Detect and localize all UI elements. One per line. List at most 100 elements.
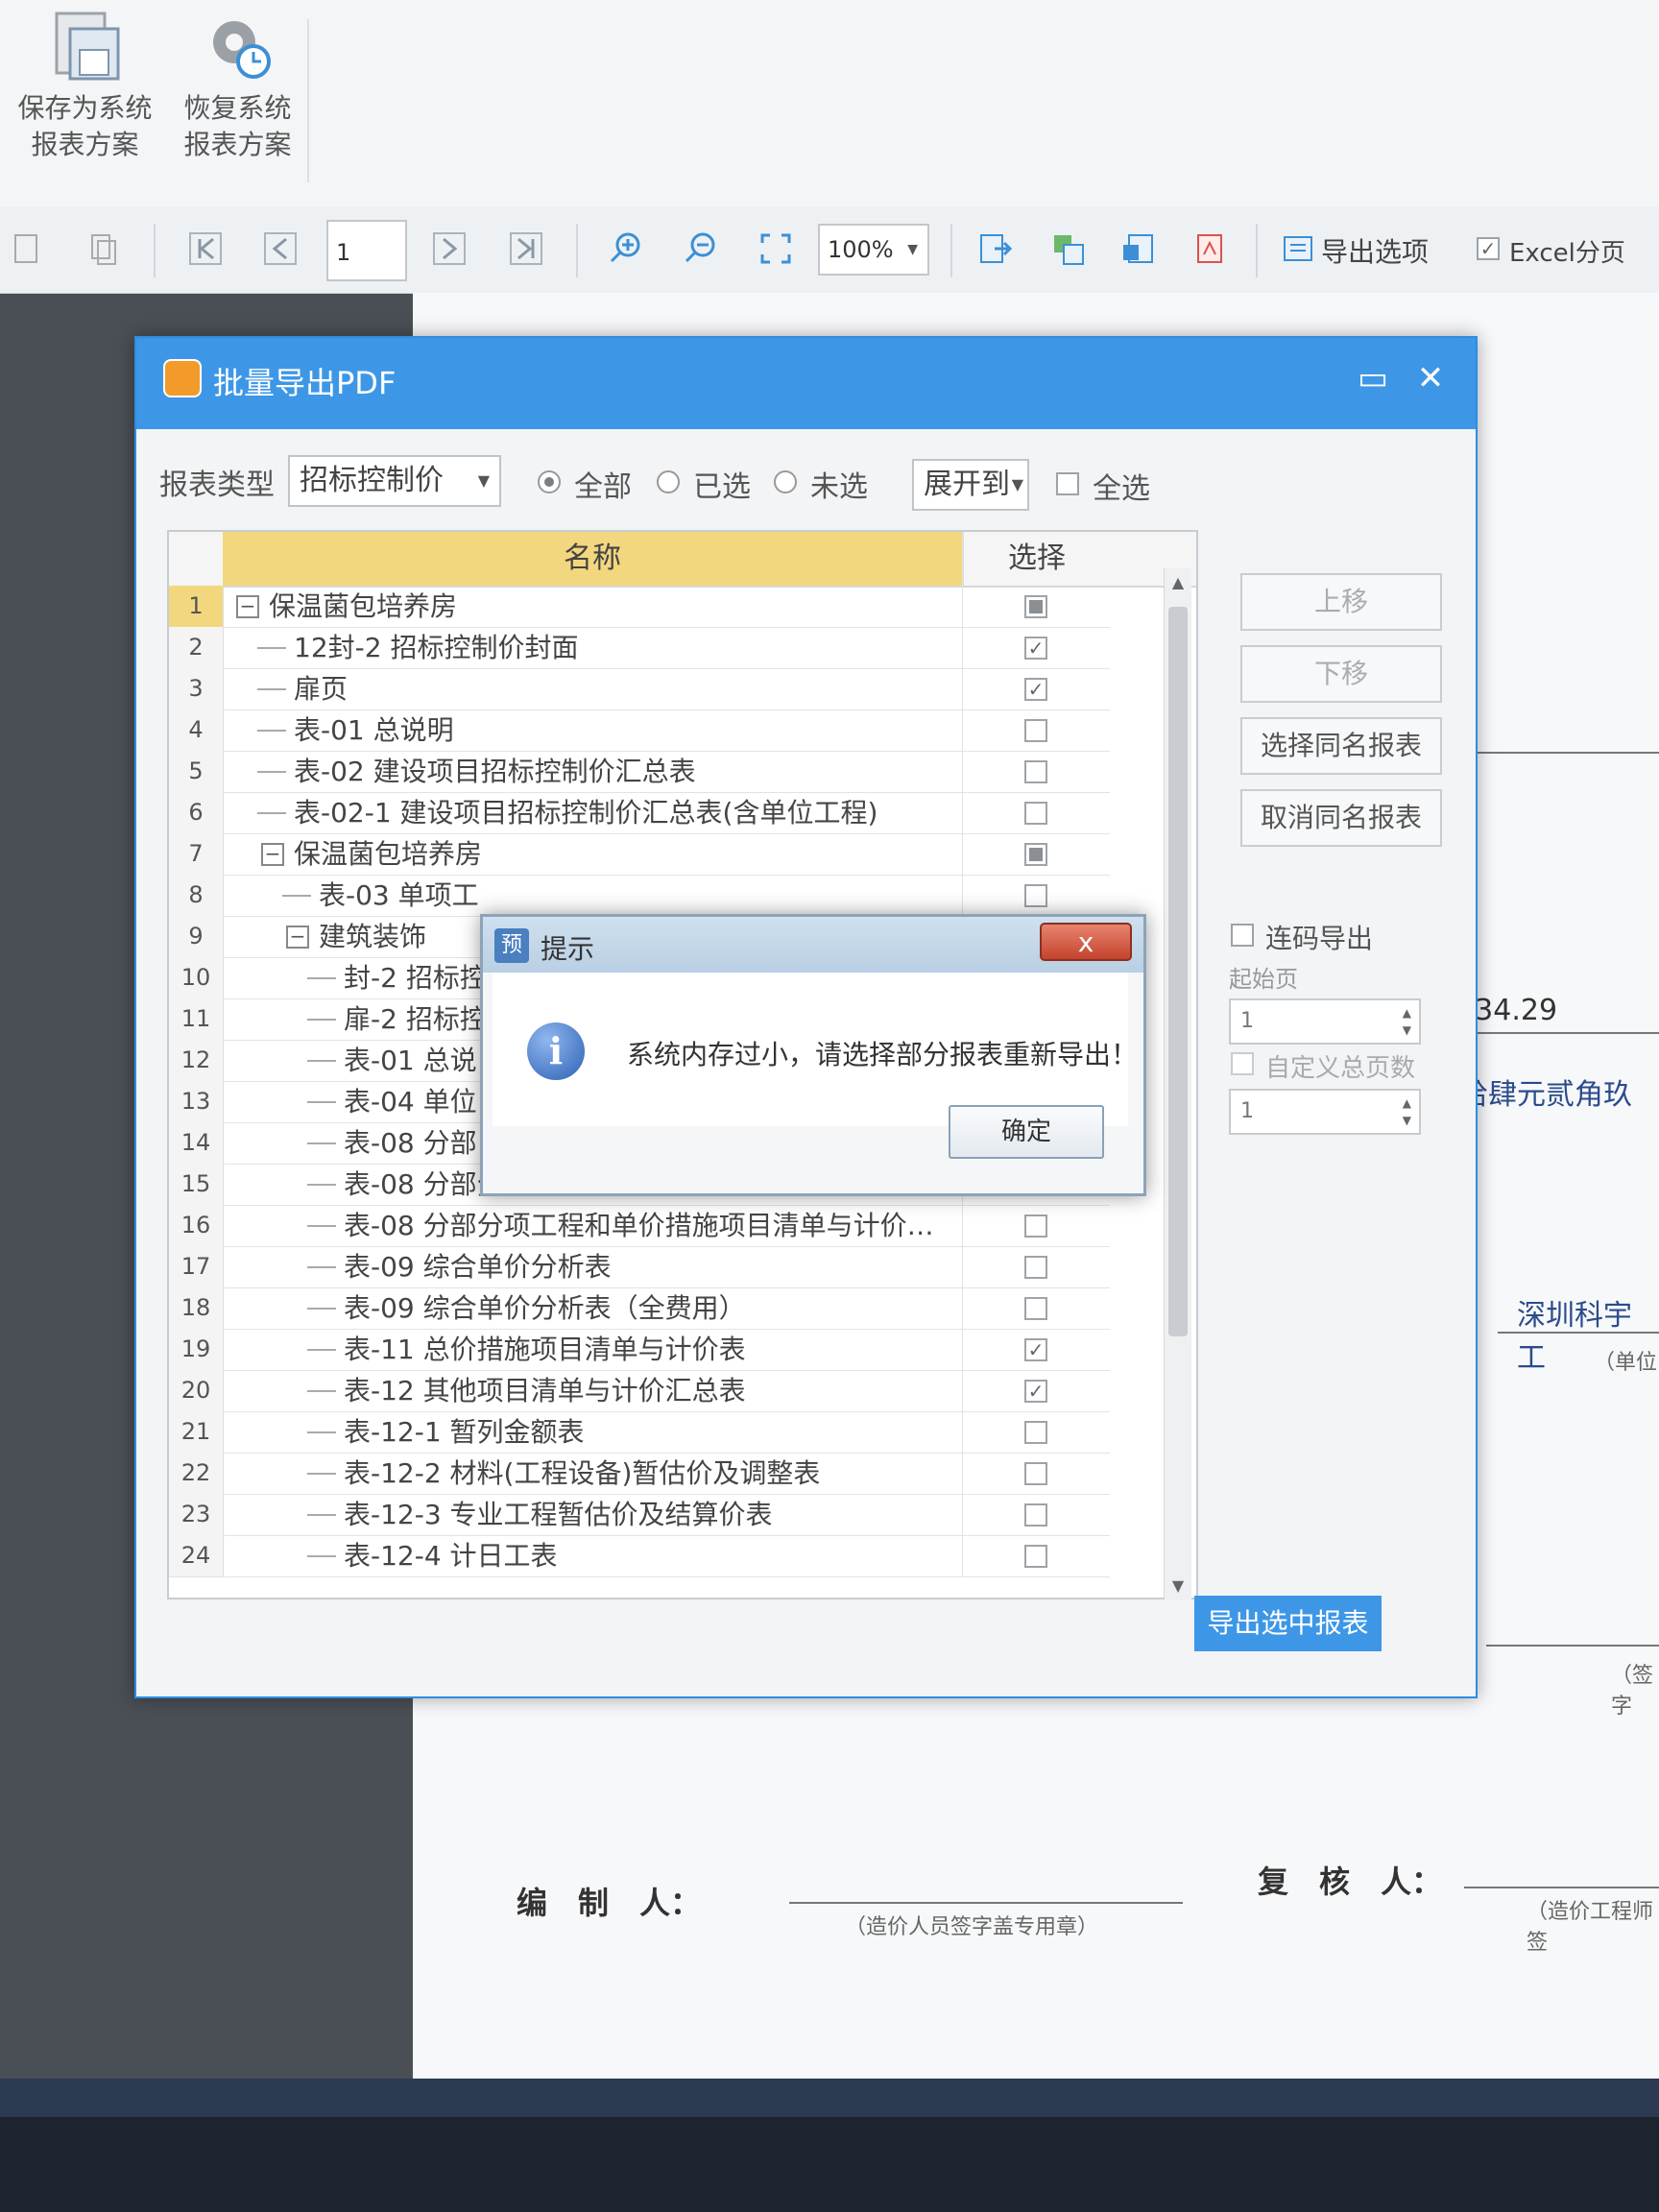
row-select-checkbox[interactable] (1024, 1545, 1047, 1568)
select-cell (962, 833, 1109, 875)
table-row[interactable]: 16 表-08 分部分项工程和单价措施项目清单与计价… (169, 1205, 1110, 1247)
row-select-checkbox[interactable] (1024, 719, 1047, 742)
cancel-same-name-button[interactable]: 取消同名报表 (1240, 789, 1442, 847)
table-row[interactable]: 3 扉页 ✓ (169, 668, 1110, 710)
collapse-icon[interactable]: − (286, 926, 309, 949)
select-all-label: 全选 (1093, 472, 1150, 506)
export-selected-button[interactable]: 导出选中报表 (1194, 1596, 1382, 1651)
table-row[interactable]: 7 − 保温菌包培养房 (169, 833, 1110, 876)
collapse-icon[interactable]: − (236, 595, 259, 618)
move-down-button[interactable]: 下移 (1240, 645, 1442, 703)
page-number-input[interactable]: 1 (326, 220, 407, 281)
grid-scrollbar[interactable]: ▲ ▼ (1164, 568, 1191, 1600)
table-row[interactable]: 4 表-01 总说明 (169, 709, 1110, 752)
select-cell (962, 1205, 1109, 1246)
row-select-checkbox[interactable] (1024, 1421, 1047, 1444)
continuous-export-checkbox[interactable] (1231, 924, 1254, 947)
table-row[interactable]: 23 表-12-3 专业工程暂估价及结算价表 (169, 1494, 1110, 1536)
save-scheme-label-line2: 报表方案 (31, 129, 139, 160)
scroll-down-icon[interactable]: ▼ (1165, 1572, 1191, 1600)
alert-close-button[interactable]: x (1040, 923, 1132, 961)
report-name: 表-11 总价措施项目清单与计价表 (344, 1334, 746, 1365)
export-word-icon[interactable] (1119, 229, 1158, 268)
row-select-checkbox[interactable]: ✓ (1024, 637, 1047, 660)
zoom-out-icon[interactable] (682, 229, 720, 268)
tree-connector (307, 1431, 336, 1433)
filter-unselected-radio[interactable] (774, 470, 797, 493)
zoom-value: 100% (828, 236, 894, 263)
select-cell (962, 792, 1109, 833)
filter-all-radio[interactable] (538, 470, 561, 493)
column-header-select[interactable]: 选择 (962, 532, 1110, 586)
export-page-icon[interactable] (975, 229, 1014, 268)
total-pages-input[interactable]: 1 ▲ ▼ (1229, 1089, 1421, 1135)
alert-titlebar[interactable]: 预 提示 x (483, 917, 1143, 973)
scroll-up-icon[interactable]: ▲ (1165, 568, 1191, 597)
row-number: 14 (169, 1122, 224, 1164)
row-select-checkbox[interactable]: ✓ (1024, 1380, 1047, 1403)
maximize-icon[interactable]: ▭ (1354, 359, 1392, 397)
next-page-icon[interactable] (430, 229, 469, 268)
fit-page-icon[interactable] (757, 229, 795, 268)
move-up-button[interactable]: 上移 (1240, 573, 1442, 631)
report-name: 表-12 其他项目清单与计价汇总表 (344, 1375, 746, 1407)
row-select-checkbox[interactable]: ✓ (1024, 1338, 1047, 1361)
close-icon[interactable]: ✕ (1411, 359, 1450, 397)
start-page-input[interactable]: 1 ▲ ▼ (1229, 998, 1421, 1045)
scroll-thumb[interactable] (1168, 607, 1188, 1336)
row-select-checkbox[interactable] (1024, 884, 1047, 907)
table-row[interactable]: 1− 保温菌包培养房 (169, 586, 1110, 628)
row-select-checkbox[interactable] (1024, 843, 1047, 866)
excel-paging-checkbox[interactable]: ✓ (1477, 237, 1500, 260)
page-icon[interactable] (8, 229, 46, 268)
export-options-icon (1279, 229, 1317, 268)
table-row[interactable]: 2 12封-2 招标控制价封面 ✓ (169, 627, 1110, 669)
dialog-titlebar[interactable]: 批量导出PDF ▭ ✕ (136, 338, 1476, 429)
first-page-icon[interactable] (186, 229, 225, 268)
expand-to-select[interactable]: 展开到 ▼ (912, 459, 1029, 511)
spinner-arrows-icon[interactable]: ▲ ▼ (1403, 1004, 1411, 1039)
collapse-icon[interactable]: − (261, 843, 284, 866)
report-type-select[interactable]: 招标控制价 ▼ (288, 455, 501, 507)
alert-title: 提示 (541, 933, 595, 965)
select-all-checkbox[interactable] (1056, 472, 1079, 495)
row-select-checkbox[interactable] (1024, 1462, 1047, 1485)
table-row[interactable]: 6 表-02-1 建设项目招标控制价汇总表(含单位工程) (169, 792, 1110, 834)
table-row[interactable]: 22 表-12-2 材料(工程设备)暂估价及调整表 (169, 1453, 1110, 1495)
tree-connector (307, 977, 336, 979)
column-header-name[interactable]: 名称 (223, 532, 962, 586)
row-select-checkbox[interactable] (1024, 760, 1047, 783)
row-select-checkbox[interactable] (1024, 595, 1047, 618)
row-select-checkbox[interactable] (1024, 1297, 1047, 1320)
row-select-checkbox[interactable] (1024, 1214, 1047, 1238)
export-excel-icon[interactable] (1048, 229, 1087, 268)
table-row[interactable]: 21 表-12-1 暂列金额表 (169, 1411, 1110, 1454)
table-row[interactable]: 18 表-09 综合单价分析表（全费用） (169, 1287, 1110, 1330)
last-page-icon[interactable] (507, 229, 545, 268)
start-page-value: 1 (1240, 1009, 1254, 1033)
spinner-arrows-icon[interactable]: ▲ ▼ (1403, 1094, 1411, 1129)
table-row[interactable]: 8 表-03 单项工 (169, 875, 1110, 917)
table-row[interactable]: 24 表-12-4 计日工表 (169, 1535, 1110, 1577)
table-row[interactable]: 19 表-11 总价措施项目清单与计价表 ✓ (169, 1329, 1110, 1371)
table-row[interactable]: 5 表-02 建设项目招标控制价汇总表 (169, 751, 1110, 793)
restore-system-scheme-button[interactable]: 恢复系统 报表方案 (158, 8, 317, 163)
table-row[interactable]: 17 表-09 综合单价分析表 (169, 1246, 1110, 1288)
row-select-checkbox[interactable] (1024, 802, 1047, 825)
zoom-select[interactable]: 100% ▼ (818, 224, 929, 276)
table-row[interactable]: 20 表-12 其他项目清单与计价汇总表 ✓ (169, 1370, 1110, 1412)
ok-button[interactable]: 确定 (949, 1105, 1104, 1159)
zoom-in-icon[interactable] (607, 229, 645, 268)
save-system-scheme-button[interactable]: 保存为系统 报表方案 (6, 8, 164, 163)
row-select-checkbox[interactable]: ✓ (1024, 678, 1047, 701)
export-pdf-icon[interactable] (1190, 229, 1229, 268)
row-select-checkbox[interactable] (1024, 1256, 1047, 1279)
alert-message: 系统内存过小，请选择部分报表重新导出！ (627, 1039, 1139, 1070)
custom-total-pages-checkbox[interactable] (1231, 1052, 1254, 1075)
copy-icon[interactable] (84, 229, 123, 268)
filter-selected-radio[interactable] (657, 470, 680, 493)
export-options-button[interactable]: 导出选项 (1321, 231, 1429, 270)
select-same-name-button[interactable]: 选择同名报表 (1240, 717, 1442, 775)
row-select-checkbox[interactable] (1024, 1503, 1047, 1527)
prev-page-icon[interactable] (261, 229, 300, 268)
